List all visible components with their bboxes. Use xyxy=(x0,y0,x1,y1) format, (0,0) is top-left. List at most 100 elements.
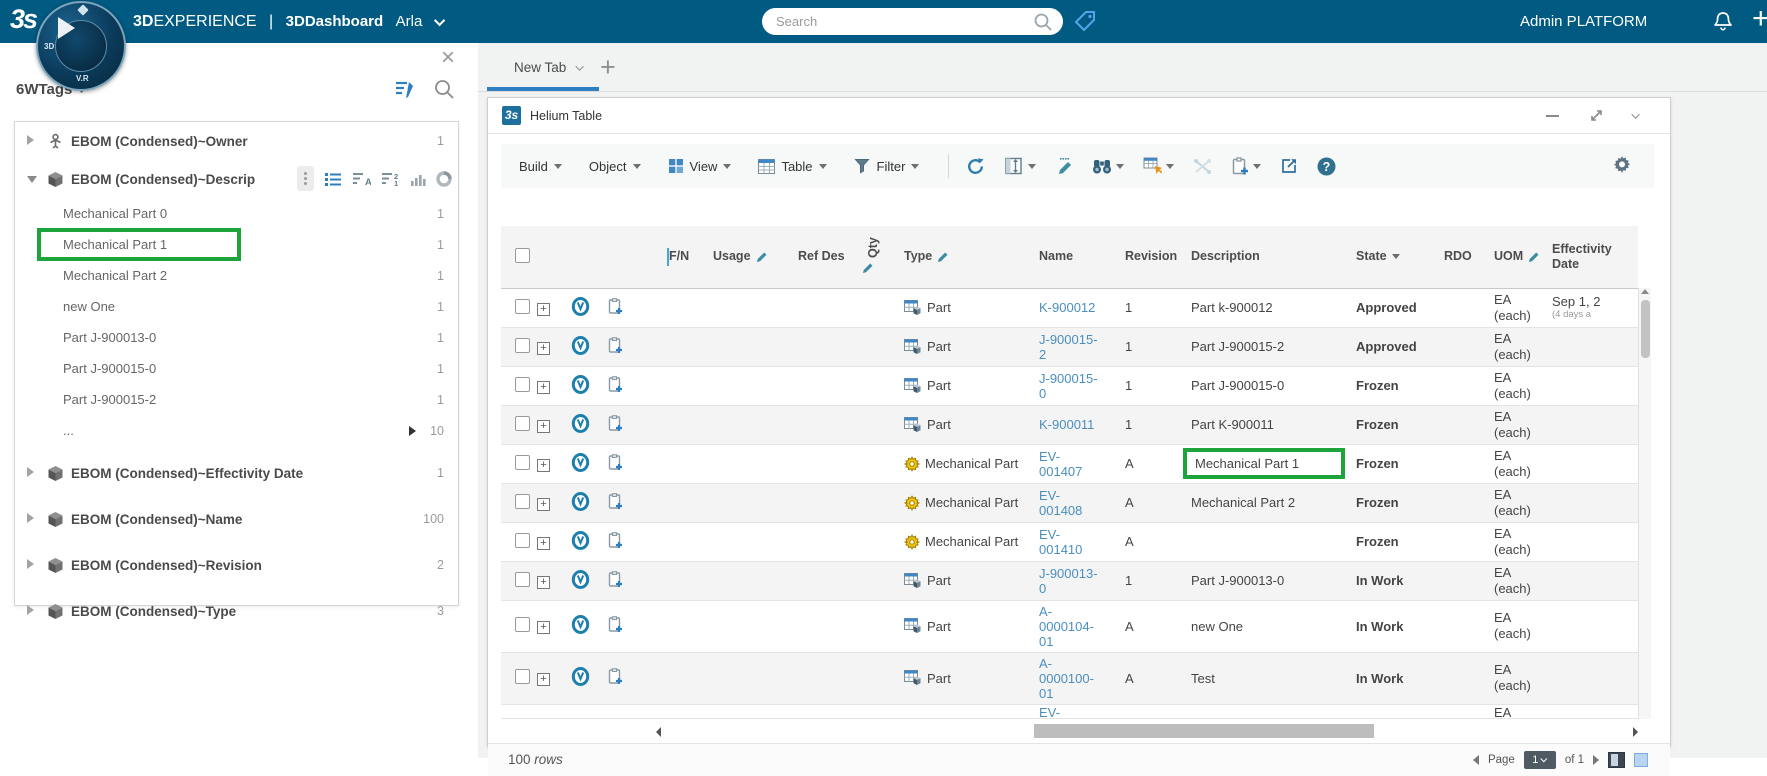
open-compass-icon[interactable] xyxy=(571,615,590,634)
sidebar-tag-item[interactable]: Mechanical Part 0 1 xyxy=(15,198,458,229)
sort-count-icon[interactable]: 21 xyxy=(381,171,400,188)
sidebar-tag-item[interactable]: new One 1 xyxy=(15,291,458,322)
table-row[interactable]: + Part J-900013-0 1 Part J-900013-0 In Work EA… xyxy=(501,561,1638,600)
scroll-up-icon[interactable] xyxy=(1641,289,1649,294)
toolbar-tool-export-window[interactable] xyxy=(1280,157,1298,175)
horizontal-scrollbar[interactable] xyxy=(656,723,1638,739)
open-compass-icon[interactable] xyxy=(571,569,590,589)
toolbar-menu-view[interactable]: View xyxy=(668,158,732,174)
horizontal-scroll-thumb[interactable] xyxy=(1034,723,1374,738)
close-panel-icon[interactable]: × xyxy=(441,44,455,72)
column-header-effdate[interactable]: Effectivity Date xyxy=(1552,226,1638,289)
expand-row-icon[interactable]: + xyxy=(537,621,550,634)
toolbar-tool-edit-pencil[interactable] xyxy=(1055,157,1073,176)
add-to-clipboard-icon[interactable] xyxy=(607,668,623,685)
next-page-icon[interactable] xyxy=(1593,754,1599,765)
sidebar-group-3[interactable]: EBOM (Condensed)~Name 100 xyxy=(15,500,458,538)
table-row[interactable]: + Part J-900015-2 1 Part J-900015-2 Approved E… xyxy=(501,327,1638,366)
toolbar-tool-find-binoculars-caret-icon[interactable] xyxy=(1116,163,1125,169)
dashboard-context[interactable]: Arla xyxy=(396,13,423,30)
sidebar-group-4[interactable]: EBOM (Condensed)~Revision 2 xyxy=(15,546,458,584)
search-input[interactable] xyxy=(776,14,1033,29)
list-view-icon[interactable] xyxy=(324,171,342,187)
select-all-checkbox[interactable] xyxy=(515,247,530,263)
sidebar-tag-item[interactable]: Part J-900013-0 1 xyxy=(15,322,458,353)
sidebar-group-0[interactable]: EBOM (Condensed)~Owner 1 xyxy=(15,122,458,160)
collapse-widget-chevron-icon[interactable] xyxy=(1631,109,1640,119)
vertical-scroll-thumb[interactable] xyxy=(1641,300,1650,358)
tab-new-tab[interactable]: New Tab xyxy=(506,43,592,92)
column-header-refdes[interactable]: Ref Des xyxy=(798,226,856,289)
table-row[interactable]: + Mechanical Part EV-001410 A Frozen EA (each… xyxy=(501,522,1638,561)
open-compass-icon[interactable] xyxy=(571,335,590,355)
toolbar-tool-mass-update-caret-icon[interactable] xyxy=(1166,163,1175,169)
toolbar-menu-build[interactable]: Build xyxy=(519,159,562,174)
table-row[interactable]: + Part A-0000104-01 Anew One In Work EA (each… xyxy=(501,600,1638,652)
part-name-link[interactable]: J-900013-0 xyxy=(1039,566,1103,596)
column-header-uom[interactable]: UOM xyxy=(1494,226,1552,289)
toolbar-menu-filter[interactable]: Filter xyxy=(853,158,920,174)
global-search[interactable] xyxy=(762,8,1063,35)
expand-row-icon[interactable]: + xyxy=(537,458,550,472)
column-header-revision[interactable]: Revision xyxy=(1125,226,1191,289)
toolbar-tool-refresh[interactable] xyxy=(965,156,986,177)
open-compass-icon[interactable] xyxy=(571,452,590,472)
column-header-name[interactable]: Name xyxy=(1039,226,1125,289)
vertical-scrollbar[interactable] xyxy=(1638,288,1651,719)
row-checkbox[interactable] xyxy=(515,571,530,587)
collapse-group-icon[interactable] xyxy=(27,176,37,183)
sidebar-tag-item[interactable]: Mechanical Part 2 1 xyxy=(15,260,458,291)
more-options-dots-icon[interactable] xyxy=(297,166,314,191)
part-name-link[interactable]: A-0000100-01 xyxy=(1039,656,1103,701)
row-checkbox[interactable] xyxy=(515,298,530,314)
toolbar-tool-mass-update[interactable] xyxy=(1143,157,1175,175)
sidebar-tag-item[interactable]: ... 10 xyxy=(15,415,458,446)
sidebar-tag-item[interactable]: Part J-900015-0 1 xyxy=(15,353,458,384)
edit-column-pencil-icon[interactable] xyxy=(1528,251,1540,263)
expand-row-icon[interactable]: + xyxy=(537,341,550,355)
minimize-icon[interactable] xyxy=(1546,114,1559,117)
bar-chart-view-icon[interactable] xyxy=(410,171,426,187)
toolbar-tool-find-binoculars[interactable] xyxy=(1092,158,1125,175)
tab-chevron-down-icon[interactable] xyxy=(575,61,585,71)
expand-row-icon[interactable]: + xyxy=(537,575,550,589)
part-name-link[interactable]: A-0000104-01 xyxy=(1039,604,1103,649)
table-row-partial[interactable]: EV- EA xyxy=(501,704,1638,718)
expand-row-icon[interactable]: + xyxy=(537,380,550,394)
row-checkbox[interactable] xyxy=(515,669,530,684)
sidebar-group-2[interactable]: EBOM (Condensed)~Effectivity Date 1 xyxy=(15,454,458,492)
toolbar-tool-help[interactable]: ? xyxy=(1317,157,1336,176)
filter-list-icon[interactable] xyxy=(394,78,416,100)
donut-chart-view-icon[interactable] xyxy=(436,170,452,187)
table-row[interactable]: + Part A-0000100-01 A Test In Work EA (each) xyxy=(501,652,1638,704)
part-name-link[interactable]: EV-001407 xyxy=(1039,449,1103,479)
add-to-clipboard-icon[interactable] xyxy=(607,616,623,633)
part-name-link[interactable]: J-900015-0 xyxy=(1039,371,1103,401)
expand-window-icon[interactable] xyxy=(1589,108,1604,123)
add-to-clipboard-icon[interactable] xyxy=(607,492,623,510)
toolbar-tool-clipboard-add[interactable] xyxy=(1231,156,1262,176)
edit-column-pencil-icon[interactable] xyxy=(862,262,874,274)
add-icon[interactable]: + xyxy=(1752,2,1767,36)
expand-group-icon[interactable] xyxy=(27,559,34,569)
search-tags-icon[interactable] xyxy=(433,78,455,100)
user-menu[interactable]: Admin PLATFORM xyxy=(1520,0,1647,43)
open-compass-icon[interactable] xyxy=(571,667,590,686)
expand-row-icon[interactable]: + xyxy=(537,536,550,550)
toolbar-tool-column-width[interactable] xyxy=(1005,157,1037,175)
expand-row-icon[interactable]: + xyxy=(537,497,550,511)
column-header-qty[interactable]: Qty xyxy=(856,226,904,289)
expand-row-icon[interactable]: + xyxy=(537,419,550,433)
add-tab-button[interactable]: + xyxy=(600,49,616,85)
column-header-type[interactable]: Type xyxy=(904,226,1039,289)
toolbar-tool-column-width-caret-icon[interactable] xyxy=(1028,163,1037,169)
part-name-link[interactable]: K-900011 xyxy=(1039,417,1103,432)
open-compass-icon[interactable] xyxy=(571,530,590,550)
column-header-rdo[interactable]: RDO xyxy=(1444,226,1494,289)
full-view-toggle-icon[interactable] xyxy=(1608,751,1625,768)
column-header-state[interactable]: State xyxy=(1356,226,1444,289)
notifications-bell-icon[interactable] xyxy=(1711,10,1735,34)
search-icon[interactable] xyxy=(1033,12,1053,32)
sidebar-group-5[interactable]: EBOM (Condensed)~Type 3 xyxy=(15,592,458,630)
sidebar-tag-item[interactable]: Mechanical Part 1 1 xyxy=(15,228,458,261)
